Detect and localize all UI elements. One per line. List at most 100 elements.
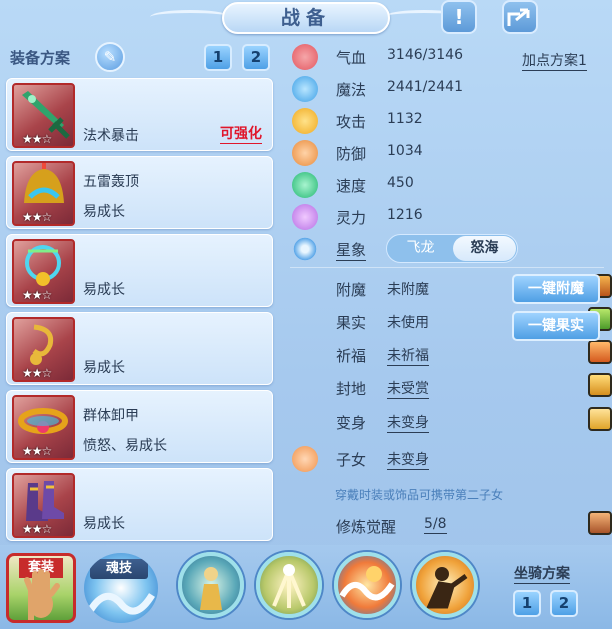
skill-slot-1[interactable] [178,552,244,618]
wave-icon [339,566,395,601]
cultivation-icon [588,511,612,535]
star-rating: ★★☆ [22,210,52,224]
equipment-icon: ★★☆ [12,161,75,226]
equipment-icon: ★★☆ [12,395,75,460]
pencil-icon: ✎ [103,48,117,66]
equipment-slot-necklace[interactable]: ★★☆ 易成长 [6,234,273,307]
extra-blessing: 祈福 未祈福 [292,340,612,370]
divider [290,267,604,268]
child-icon [292,446,318,472]
dragon-icon [87,592,155,615]
equipment-slot-helmet[interactable]: ★★☆ 五雷轰顶 易成长 [6,156,273,229]
skill-slot-2[interactable] [256,552,322,618]
equipment-slot-boots[interactable]: ★★☆ 易成长 [6,468,273,541]
shield-icon [292,140,318,166]
equipment-icon: ★★☆ [12,317,75,382]
mount-plan-label: 坐骑方案 [514,563,570,584]
mount-plan-1-button[interactable]: 1 [513,590,541,617]
slot-trait: 易成长 [83,360,125,376]
extra-fief: 封地 未受赏 [292,373,612,403]
extra-value[interactable]: 未变身 [387,449,429,470]
stat-speed: 速度 450 [292,170,602,200]
one-click-fruit-button[interactable]: 一键果实 [512,311,600,341]
title-bar: 战备 ! [0,0,612,38]
extra-value[interactable]: 未受赏 [387,378,429,399]
exclamation-icon: ! [454,5,464,29]
star-sign-option-flying-dragon[interactable]: 飞龙 [389,236,452,261]
attack-icon [292,108,318,134]
speed-icon [292,172,318,198]
share-button[interactable] [502,0,538,34]
slot-trait: 易成长 [83,204,125,220]
extra-label: 变身 [336,414,367,432]
slot-trait: 易成长 [83,282,125,298]
stat-mp: 魔法 2441/2441 [292,74,602,104]
skill-slot-4[interactable] [412,552,478,618]
spirit-icon [292,204,318,230]
slot-trait: 愤怒、易成长 [83,438,167,454]
star-sign-option-angry-sea[interactable]: 怒海 [453,236,516,261]
star-rating: ★★☆ [22,522,52,536]
extra-value[interactable]: 未祈福 [387,345,429,366]
title-ornament-left [150,10,230,24]
extra-label: 子女 [336,451,367,469]
heart-icon [292,44,318,70]
equipment-plan-2-button[interactable]: 2 [242,44,270,71]
warrior-icon [426,567,468,609]
hand-icon [24,569,60,620]
skill-slot-3[interactable] [334,552,400,618]
cultivation-value[interactable]: 5/8 [424,516,447,534]
one-click-enchant-button[interactable]: 一键附魔 [512,274,600,304]
extra-transform: 变身 未变身 [292,407,612,437]
page-title: 战备 [222,2,390,34]
share-icon [507,8,530,26]
equipment-slot-weapon[interactable]: ★★☆ 法术暴击 可强化 [6,78,273,151]
figure-icon [200,567,222,610]
equipment-plan-1-button[interactable]: 1 [204,44,232,71]
extra-label: 封地 [336,380,367,398]
equipment-icon: ★★☆ [12,239,75,304]
help-button[interactable]: ! [441,0,477,34]
blessing-icon [588,340,612,364]
equipment-slot-accessory[interactable]: ★★☆ 易成长 [6,312,273,385]
star-rating: ★★☆ [22,366,52,380]
extra-label: 果实 [336,314,367,332]
enhance-link[interactable]: 可强化 [220,123,262,144]
stat-defense: 防御 1034 [292,138,602,168]
star-rating: ★★☆ [22,132,52,146]
stat-value: 3146/3146 [387,47,463,63]
extra-value: 未使用 [387,315,429,331]
fief-icon [588,373,612,397]
star-sign-label: 星象 [336,241,367,261]
slot-trait: 法术暴击 [83,128,139,144]
slot-skill: 群体卸甲 [83,408,139,424]
equipment-screen: 战备 ! 装备方案 ✎ 1 2 ★★☆ 法术暴击 可强化 ★★☆ 五雷轰顶 易成… [0,0,612,629]
extra-children: 子女 未变身 [292,444,602,474]
star-sign-toggle: 飞龙 怒海 [386,234,518,263]
stat-spirit: 灵力 1216 [292,202,602,232]
edit-plan-button[interactable]: ✎ [95,42,125,72]
wings-icon [272,564,306,608]
soul-skill-button[interactable]: 魂技 [84,553,158,623]
stat-value: 1216 [387,207,423,223]
extra-value[interactable]: 未变身 [387,412,429,433]
mount-plan-2-button[interactable]: 2 [550,590,578,617]
stat-label: 灵力 [336,209,367,227]
extra-label: 祈福 [336,347,367,365]
equipment-slot-armor[interactable]: ★★☆ 群体卸甲 愤怒、易成长 [6,390,273,463]
equipment-list: ★★☆ 法术暴击 可强化 ★★☆ 五雷轰顶 易成长 ★★☆ 易成长 ★★☆ 易成… [6,75,278,545]
star-rating: ★★☆ [22,444,52,458]
cultivation-label: 修炼觉醒 [336,518,397,536]
stat-attack: 攻击 1132 [292,106,602,136]
stat-value: 1034 [387,143,423,159]
extra-label: 附魔 [336,281,367,299]
equipment-icon: ★★☆ [12,83,75,148]
mana-icon [292,76,318,102]
second-child-hint: 穿戴时装或饰品可携带第二子女 [335,488,504,502]
stat-label: 气血 [336,49,367,67]
stat-value: 1132 [387,111,423,127]
stat-label: 速度 [336,177,367,195]
stat-value: 450 [387,175,414,191]
equipment-icon: ★★☆ [12,473,75,538]
set-skill-button[interactable]: 套装 [6,553,76,623]
